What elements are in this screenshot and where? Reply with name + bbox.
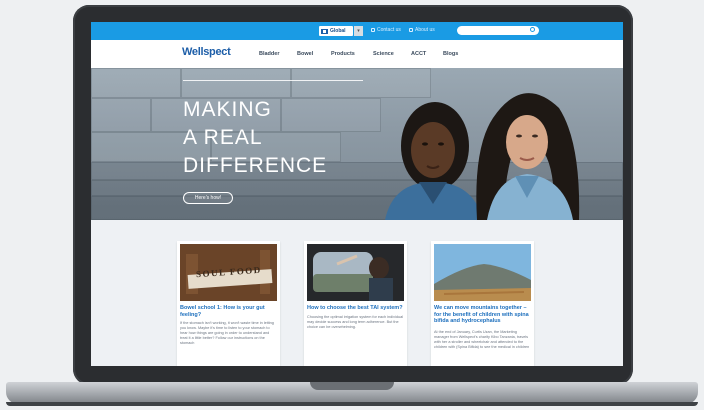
heres-how-button[interactable]: Here's how! <box>183 192 233 204</box>
about-us-label: About us <box>415 27 435 33</box>
wall-stone <box>181 68 291 98</box>
soul-food-image: SOUL FOOD <box>180 244 277 301</box>
nav-item-bowel[interactable]: Bowel <box>297 51 313 57</box>
mountain-image <box>434 244 531 301</box>
nav-item-products[interactable]: Products <box>331 51 355 57</box>
laptop-base-edge <box>6 402 698 406</box>
info-icon <box>409 28 413 32</box>
card-excerpt: Choosing the optimal irrigation system f… <box>307 315 404 329</box>
nav-item-science[interactable]: Science <box>373 51 394 57</box>
card-title[interactable]: We can move mountains together – for the… <box>434 305 531 325</box>
laptop-notch <box>310 382 394 390</box>
flag-icon <box>321 28 328 34</box>
hero-divider-line <box>183 80 363 81</box>
wellspect-logo[interactable]: Wellspect <box>182 46 231 58</box>
hero-heading-line-1: MAKING <box>183 98 272 121</box>
two-women-photo <box>385 93 580 220</box>
blog-card-tai-system[interactable]: How to choose the best TAI system? Choos… <box>304 241 407 366</box>
chevron-down-icon[interactable]: ▾ <box>354 26 363 36</box>
car-window-image <box>307 244 404 301</box>
blog-card-bowel-school[interactable]: SOUL FOOD Bowel school 1: How is your gu… <box>177 241 280 366</box>
wall-stone <box>91 68 181 98</box>
card-title[interactable]: How to choose the best TAI system? <box>307 305 404 312</box>
card-excerpt: If the stomach isn't working, it won't w… <box>180 321 274 345</box>
contact-us-label: Contact us <box>377 27 401 33</box>
nav-item-bladder[interactable]: Bladder <box>259 51 279 57</box>
hero-heading-line-3: DIFFERENCE <box>183 154 328 177</box>
hero-banner: MAKING A REAL DIFFERENCE Here's how! <box>91 68 623 220</box>
card-title[interactable]: Bowel school 1: How is your gut feeling? <box>180 305 277 318</box>
nav-item-acct[interactable]: ACCT <box>411 51 426 57</box>
blog-cards-section: SOUL FOOD Bowel school 1: How is your gu… <box>91 220 623 366</box>
main-navigation: Wellspect Bladder Bowel Products Science… <box>91 40 623 68</box>
global-selector-button[interactable]: Global <box>319 26 353 36</box>
mountain-illustration <box>434 244 531 301</box>
top-utility-bar: Global ▾ Contact us About us <box>91 22 623 40</box>
nav-item-blogs[interactable]: Blogs <box>443 51 458 57</box>
search-input[interactable] <box>457 26 539 35</box>
card-excerpt: At the end of January, Curtis Uzan, the … <box>434 330 530 349</box>
search-icon[interactable] <box>530 27 535 32</box>
blog-card-move-mountains[interactable]: We can move mountains together – for the… <box>431 241 534 366</box>
wall-stone <box>91 98 151 132</box>
hero-heading-line-2: A REAL <box>183 126 263 149</box>
global-selector-label: Global <box>330 28 346 34</box>
contact-us-link[interactable]: Contact us <box>371 27 401 33</box>
phone-icon <box>371 28 375 32</box>
about-us-link[interactable]: About us <box>409 27 435 33</box>
website-screen: Global ▾ Contact us About us Wellspect B… <box>91 22 623 366</box>
car-window-illustration <box>307 244 404 301</box>
